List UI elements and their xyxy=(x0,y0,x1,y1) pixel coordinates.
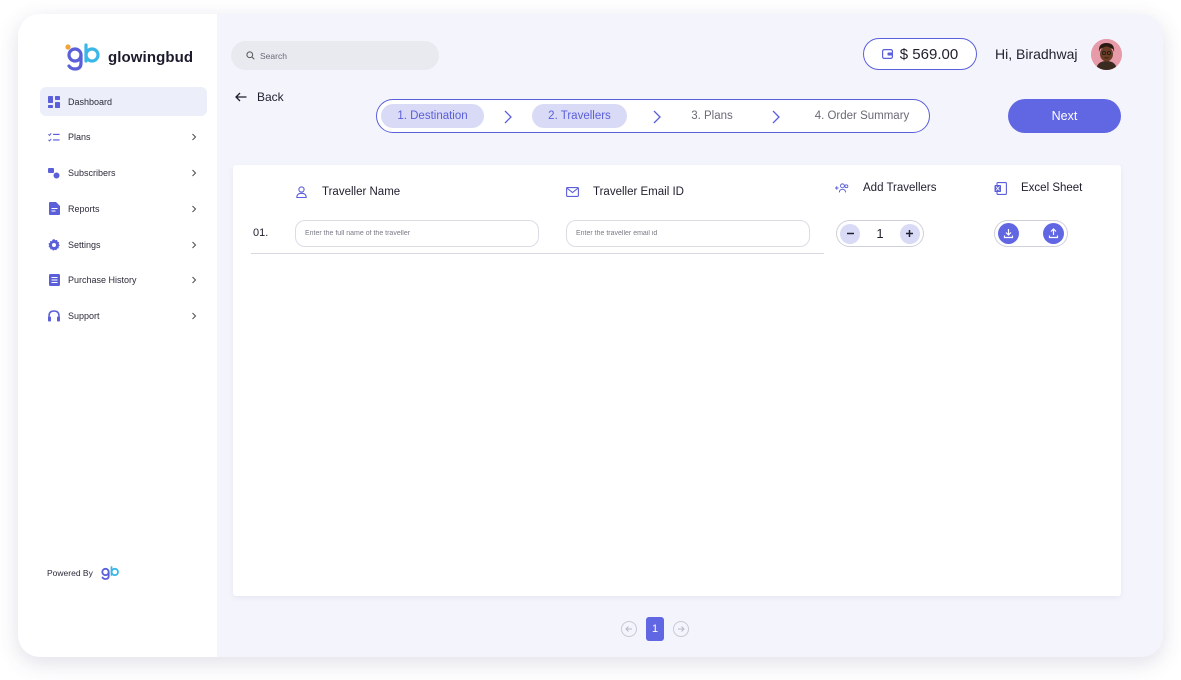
column-traveller-email: Traveller Email ID xyxy=(565,185,684,199)
step-travellers[interactable]: 2. Travellers xyxy=(532,104,627,128)
avatar-illustration-icon xyxy=(1091,39,1122,70)
sidebar-item-subscribers[interactable]: Subscribers xyxy=(40,159,207,188)
row-number: 01. xyxy=(253,227,269,239)
row-divider xyxy=(251,253,824,254)
back-label: Back xyxy=(257,90,284,104)
page-number-current[interactable]: 1 xyxy=(646,617,664,641)
next-page-button[interactable] xyxy=(673,621,689,637)
download-icon xyxy=(1003,229,1014,239)
chevron-right-icon xyxy=(772,110,780,124)
sidebar-item-label: Dashboard xyxy=(68,96,113,107)
plans-list-icon xyxy=(48,131,60,143)
excel-actions xyxy=(994,220,1068,247)
headphones-icon xyxy=(48,310,60,322)
previous-page-button[interactable] xyxy=(621,621,637,637)
increase-travellers-button[interactable] xyxy=(899,223,920,244)
traveller-quantity-stepper: 1 xyxy=(836,220,924,247)
glowingbud-small-logo-icon xyxy=(101,566,119,580)
traveller-name-input[interactable] xyxy=(295,220,539,247)
step-order-summary[interactable]: 4. Order Summary xyxy=(802,104,922,128)
wallet-icon xyxy=(881,49,893,59)
sidebar-item-support[interactable]: Support xyxy=(40,302,207,331)
plus-icon xyxy=(906,230,914,237)
search-input[interactable] xyxy=(260,50,420,61)
travellers-card: Traveller Name Traveller Email ID Add Tr… xyxy=(233,165,1121,596)
user-avatar[interactable] xyxy=(1091,39,1122,70)
sidebar-item-label: Plans xyxy=(68,132,91,143)
sidebar-item-settings[interactable]: Settings xyxy=(40,230,207,259)
person-icon xyxy=(294,185,308,199)
back-button[interactable]: Back xyxy=(235,90,284,104)
pagination: 1 xyxy=(621,617,689,641)
subscribers-icon xyxy=(48,167,60,179)
user-greeting: Hi, Biradhwaj xyxy=(995,46,1078,62)
column-traveller-name: Traveller Name xyxy=(294,185,400,199)
sidebar-nav: Dashboard Plans Subscribers Reports Sett… xyxy=(40,87,207,338)
sidebar-item-purchase-history[interactable]: Purchase History xyxy=(40,266,207,295)
traveller-email-input[interactable] xyxy=(566,220,810,247)
reports-icon xyxy=(48,202,60,216)
powered-by-label: Powered By xyxy=(47,568,93,578)
sidebar-item-label: Subscribers xyxy=(68,168,116,179)
decrease-travellers-button[interactable] xyxy=(840,223,860,244)
next-button[interactable]: Next xyxy=(1008,99,1121,133)
brand-name: glowingbud xyxy=(108,48,194,66)
sidebar-item-label: Support xyxy=(68,311,100,322)
traveller-count: 1 xyxy=(876,226,884,241)
purchase-history-icon xyxy=(48,274,60,287)
sidebar-item-reports[interactable]: Reports xyxy=(40,194,207,223)
column-label: Traveller Name xyxy=(322,186,401,198)
sidebar-item-label: Purchase History xyxy=(68,275,137,286)
arrow-right-icon xyxy=(678,626,685,632)
chevron-right-icon xyxy=(192,277,197,284)
powered-by: Powered By xyxy=(47,566,120,580)
sidebar-item-dashboard[interactable]: Dashboard xyxy=(40,87,207,116)
column-excel-sheet: Excel Sheet xyxy=(993,181,1082,195)
progress-stepper: 1. Destination 2. Travellers 3. Plans 4.… xyxy=(376,99,930,133)
sidebar-item-label: Reports xyxy=(68,203,100,214)
column-label: Add Travellers xyxy=(863,182,937,194)
sidebar-item-label: Settings xyxy=(68,239,101,250)
wallet-amount: $ 569.00 xyxy=(899,45,959,63)
column-label: Excel Sheet xyxy=(1021,182,1083,194)
chevron-right-icon xyxy=(504,110,512,124)
mail-icon xyxy=(565,185,579,199)
add-users-icon xyxy=(835,181,849,195)
brand-logo[interactable]: glowingbud xyxy=(64,42,193,72)
download-excel-button[interactable] xyxy=(998,223,1019,244)
chevron-right-icon xyxy=(192,133,197,141)
search-icon xyxy=(246,51,255,60)
arrow-left-icon xyxy=(235,92,247,102)
minus-icon xyxy=(846,232,854,235)
sidebar: glowingbud Dashboard Plans Subscribers R… xyxy=(18,14,217,657)
chevron-right-icon xyxy=(192,205,197,213)
app-window: glowingbud Dashboard Plans Subscribers R… xyxy=(18,14,1163,657)
chevron-right-icon xyxy=(192,312,197,320)
step-destination[interactable]: 1. Destination xyxy=(381,104,484,128)
arrow-left-icon xyxy=(625,626,632,632)
search-bar[interactable] xyxy=(231,41,439,70)
upload-excel-button[interactable] xyxy=(1043,223,1064,244)
dashboard-icon xyxy=(48,95,60,108)
excel-icon xyxy=(993,181,1007,195)
column-label: Traveller Email ID xyxy=(593,186,684,198)
settings-gear-icon xyxy=(48,238,60,251)
chevron-right-icon xyxy=(192,169,197,177)
column-add-travellers: Add Travellers xyxy=(835,181,937,195)
wallet-balance[interactable]: $ 569.00 xyxy=(863,38,977,70)
sidebar-item-plans[interactable]: Plans xyxy=(40,123,207,152)
chevron-right-icon xyxy=(653,110,661,124)
chevron-right-icon xyxy=(192,241,197,249)
step-plans[interactable]: 3. Plans xyxy=(677,104,747,128)
upload-icon xyxy=(1048,228,1059,239)
glowingbud-logo-icon xyxy=(65,43,100,71)
